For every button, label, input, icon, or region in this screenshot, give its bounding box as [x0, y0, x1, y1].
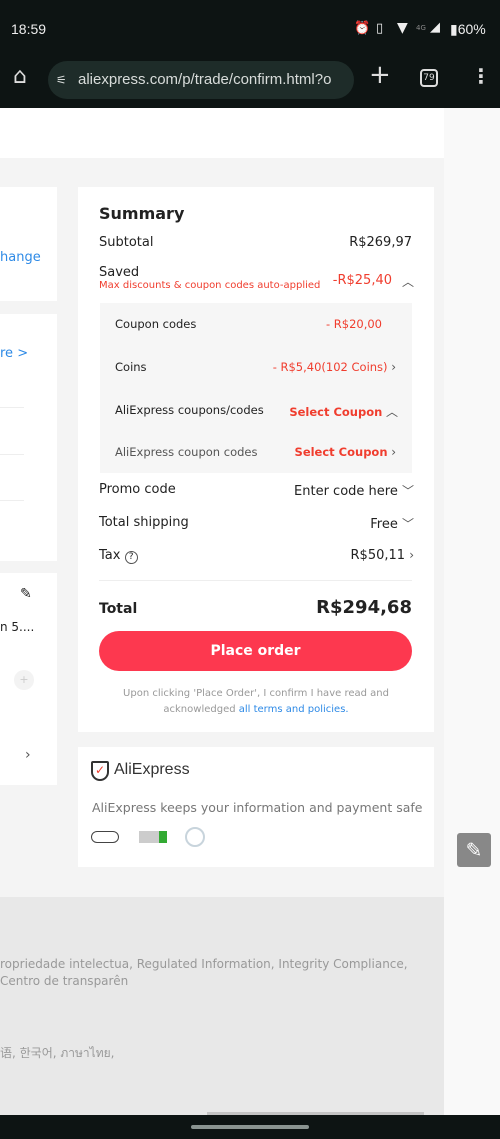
subtotal-label: Subtotal	[99, 235, 154, 250]
item-card: ✎ n 5.... + ›	[0, 573, 57, 785]
aliexpress-logo: AliExpress	[114, 761, 190, 778]
url-text: aliexpress.com/p/trade/confirm.html?o	[78, 71, 332, 88]
select-coupon-button[interactable]: Select Coupon	[289, 405, 382, 419]
shipping-label: Total shipping	[99, 515, 189, 530]
battery: ▮60%	[450, 21, 486, 38]
vibrate-icon: ▯	[376, 21, 384, 36]
wifi-icon: ▼	[397, 20, 408, 36]
security-badge-icon	[91, 831, 119, 843]
top-card	[0, 108, 444, 158]
battery-icon: ▮	[450, 21, 458, 37]
coupon-codes-label: Coupon codes	[115, 317, 197, 331]
item-title: n 5....	[0, 620, 35, 634]
shield-check-icon: ✓	[91, 761, 109, 781]
ae-coupons-label: AliExpress coupons/codes	[115, 403, 264, 417]
terms-notice: Upon clicking 'Place Order', I confirm I…	[108, 686, 404, 718]
payment-card: re >	[0, 314, 57, 561]
chevron-down-icon: ﹀	[401, 484, 414, 498]
promo-label: Promo code	[99, 482, 176, 497]
tab-count[interactable]: 79	[420, 69, 438, 87]
terms-link[interactable]: all terms and policies.	[239, 704, 349, 715]
network-type: 4G	[416, 24, 426, 32]
chevron-right-icon: ›	[391, 360, 396, 374]
more-link[interactable]: re >	[0, 346, 28, 361]
tax-label: Tax	[99, 548, 121, 563]
subtotal-value: R$269,97	[349, 235, 412, 250]
new-tab-icon[interactable]: +	[369, 60, 391, 90]
divider	[0, 454, 24, 455]
tax-value: R$50,11	[350, 548, 406, 563]
coins-row[interactable]: Coins - R$5,40(102 Coins) ›	[115, 360, 396, 374]
ae-coupon-codes-label: AliExpress coupon codes	[115, 445, 258, 459]
edit-floating-button[interactable]: ✎	[457, 833, 491, 867]
ssl-badge-icon	[139, 831, 167, 843]
discount-breakdown: Coupon codes - R$20,00 Coins - R$5,40(102 …	[100, 303, 412, 473]
total-label: Total	[99, 601, 138, 617]
chevron-right-icon[interactable]: ›	[25, 747, 31, 763]
shipping-row[interactable]: Total shipping Free ﹀	[99, 515, 414, 532]
divider	[0, 407, 24, 408]
edit-icon[interactable]: ✎	[20, 586, 32, 602]
summary-title: Summary	[99, 204, 185, 223]
security-card: ✓ AliExpress AliExpress keeps your infor…	[78, 747, 434, 867]
home-gesture-handle[interactable]	[191, 1125, 309, 1129]
address-card: hange	[0, 187, 57, 301]
change-link[interactable]: hange	[0, 250, 41, 265]
alarm-icon: ⏰	[354, 21, 371, 36]
divider	[99, 580, 412, 581]
add-quantity-button[interactable]: +	[14, 670, 34, 690]
promo-input[interactable]: Enter code here	[294, 484, 398, 499]
coins-label: Coins	[115, 360, 147, 374]
clock: 18:59	[11, 21, 47, 37]
site-settings-icon[interactable]: ⚟	[56, 61, 67, 99]
help-icon[interactable]: ?	[124, 551, 138, 564]
chevron-right-icon: ›	[409, 548, 414, 562]
place-order-button[interactable]: Place order	[99, 631, 412, 671]
divider	[0, 500, 24, 501]
chevron-up-icon: ︿	[401, 275, 414, 289]
summary-card: Summary Subtotal R$269,97 Saved Max disco…	[78, 187, 434, 732]
footer: ropriedade intelectua, Regulated Informa…	[0, 897, 444, 1115]
chevron-right-icon: ›	[391, 445, 396, 459]
total-row: Total R$294,68	[99, 597, 412, 618]
address-bar[interactable]: ⚟ aliexpress.com/p/trade/confirm.html?o	[48, 61, 354, 99]
navigation-bar	[0, 1115, 500, 1139]
saved-value: -R$25,40	[332, 273, 392, 288]
shipping-value: Free	[370, 517, 398, 532]
coupon-codes-row: Coupon codes - R$20,00	[115, 317, 382, 331]
right-margin	[444, 108, 500, 1115]
ae-coupons-row[interactable]: AliExpress coupons/codes Select Coupon ︿	[115, 403, 398, 420]
footer-languages[interactable]: 语, 한국어, ภาษาไทย,	[0, 1044, 444, 1063]
battery-level: 60%	[457, 21, 486, 37]
menu-icon[interactable]: ⋮	[471, 64, 491, 88]
signal-icon: ◢	[430, 20, 440, 35]
chevron-down-icon: ﹀	[401, 517, 414, 531]
chevron-up-icon: ︿	[385, 405, 398, 419]
home-icon[interactable]: ⌂	[13, 64, 27, 89]
subtotal-row: Subtotal R$269,97	[99, 235, 412, 250]
promo-code-row[interactable]: Promo code Enter code here ﹀	[99, 482, 414, 499]
coupon-codes-value: - R$20,00	[325, 317, 382, 331]
security-text: AliExpress keeps your information and pa…	[92, 800, 423, 815]
certification-seal-icon	[185, 827, 205, 847]
coins-value: - R$5,40(102 Coins)	[272, 360, 388, 374]
total-value: R$294,68	[316, 597, 412, 618]
status-bar: 18:59 ⏰ ▯ ▼ 4G ◢ ▮60%	[0, 0, 500, 50]
ae-coupon-codes-row[interactable]: AliExpress coupon codes Select Coupon ›	[115, 445, 396, 459]
saved-row[interactable]: Saved Max discounts & coupon codes auto-…	[99, 265, 414, 291]
select-coupon-button[interactable]: Select Coupon	[295, 445, 388, 459]
footer-links[interactable]: ropriedade intelectua, Regulated Informa…	[0, 956, 444, 990]
tax-row[interactable]: Tax ? R$50,11 ›	[99, 548, 414, 564]
